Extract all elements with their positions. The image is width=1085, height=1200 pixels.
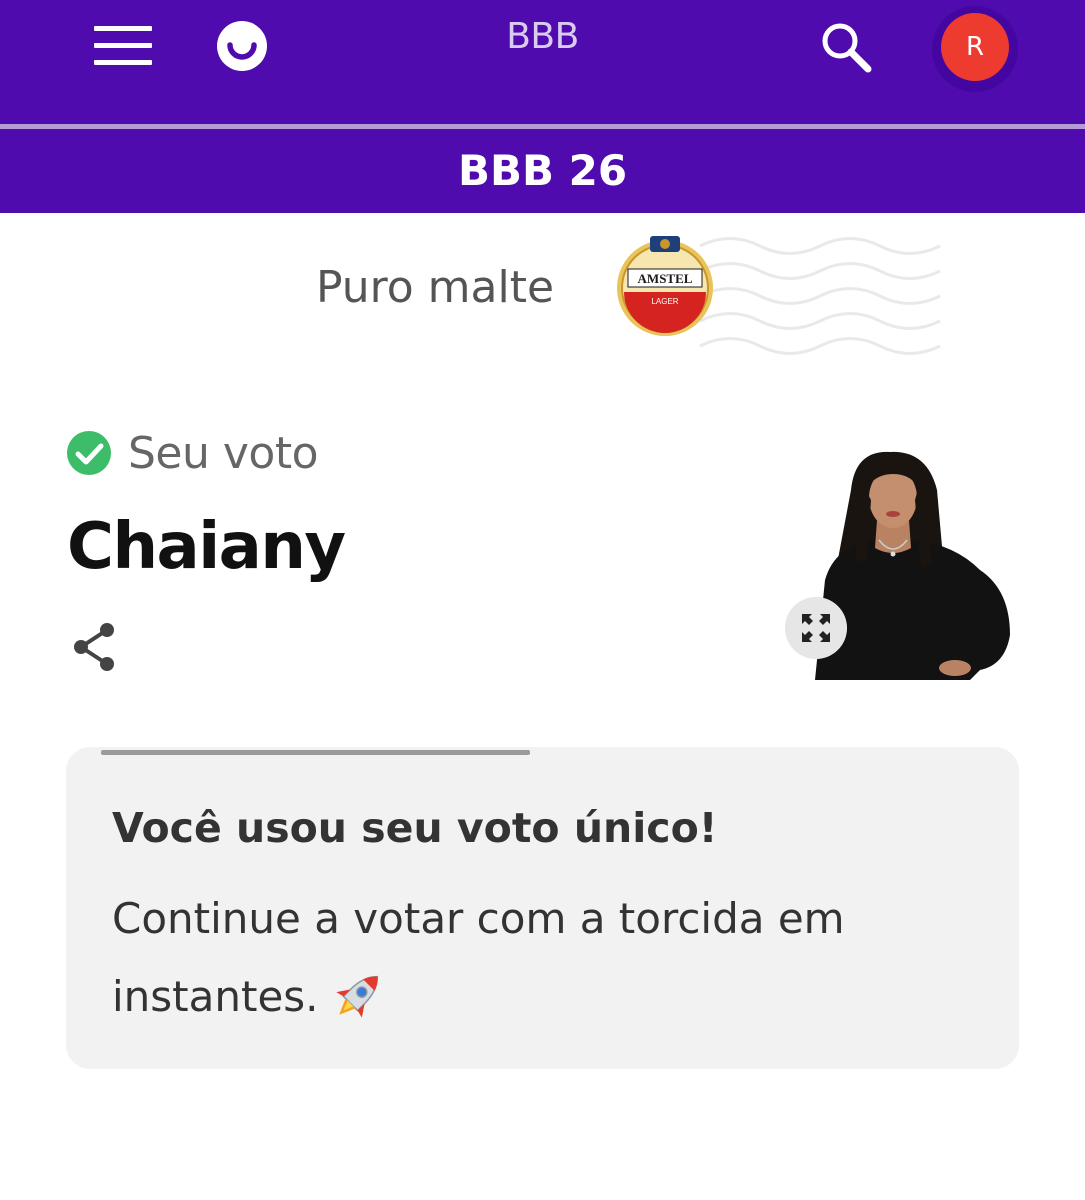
check-circle-icon	[67, 431, 111, 475]
section-title: BBB 26	[457, 146, 628, 195]
amstel-logo: AMSTEL LAGER	[617, 236, 713, 336]
card-progress-bar	[101, 750, 530, 755]
sponsor-logo-text: AMSTEL	[638, 271, 693, 286]
expand-icon[interactable]	[785, 597, 847, 659]
sponsor-watermark	[699, 237, 941, 355]
vote-label: Seu voto	[128, 428, 319, 479]
card-title: Você usou seu voto único!	[112, 804, 718, 852]
candidate-name: Chaiany	[67, 510, 346, 584]
card-message: Continue a votar com a torcida em instan…	[112, 894, 845, 1021]
search-icon[interactable]	[818, 20, 874, 74]
sponsor-logo-subtext: LAGER	[651, 297, 678, 306]
sponsor-tagline: Puro malte	[316, 262, 555, 313]
share-icon[interactable]	[70, 620, 120, 674]
card-message-block: Continue a votar com a torcida em instan…	[112, 880, 972, 1036]
section-bar: BBB 26	[0, 129, 1085, 213]
top-app-bar: BBB R	[0, 0, 1085, 124]
app-title[interactable]: BBB	[0, 16, 1085, 57]
rocket-icon	[335, 975, 378, 1018]
user-avatar[interactable]: R	[941, 13, 1009, 81]
